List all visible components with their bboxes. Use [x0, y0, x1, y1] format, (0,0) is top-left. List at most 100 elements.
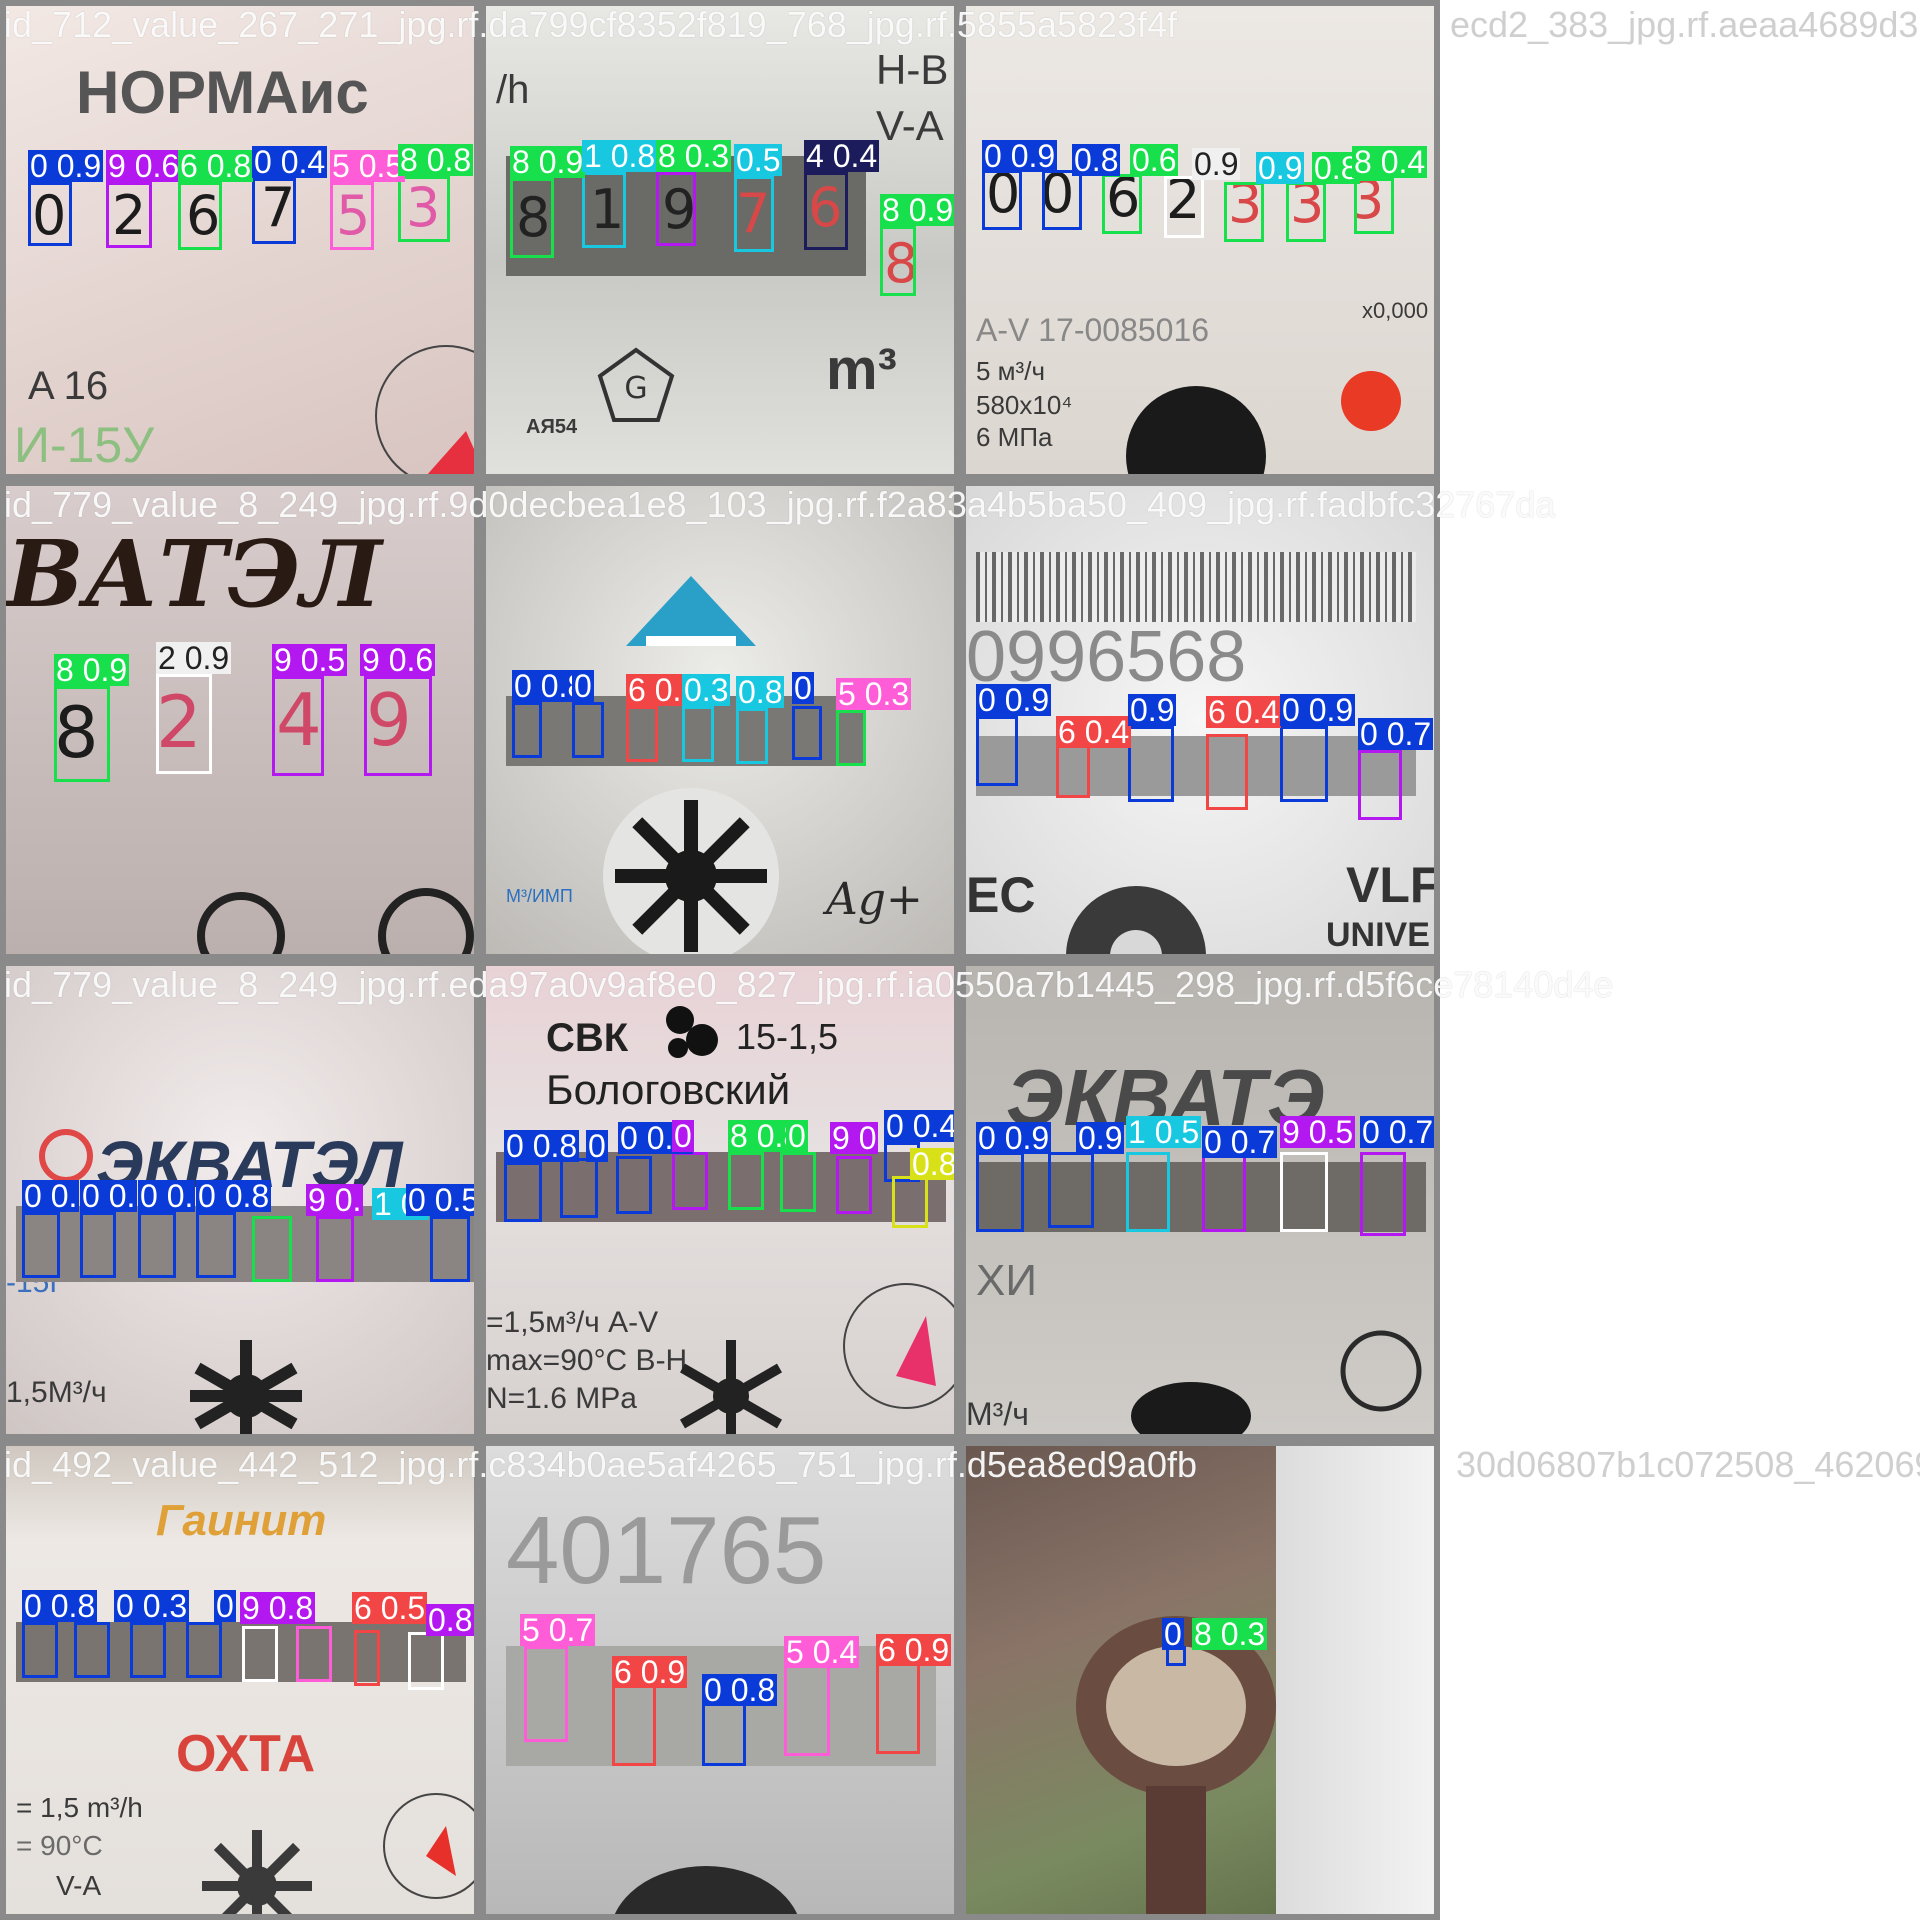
meter-print: 580x10⁴	[976, 390, 1073, 420]
detection-label: 8 0.4	[1352, 144, 1428, 180]
detection-box	[408, 1632, 444, 1690]
mosaic-tile-5: Ag+ М³/ИМП 0 0.8 0 6 0.3 0.3 0.8 0 5 0.3	[480, 480, 960, 960]
rotor-star-icon	[603, 788, 779, 954]
meter-print: И-15У	[14, 417, 154, 473]
dial-gauge	[843, 1283, 954, 1409]
meter-brand: СВК	[546, 1016, 629, 1060]
mosaic-tile-1: НОРМАис A 16 И-15У 0 2 6 7 5 3 0 0.9 9 0…	[0, 0, 480, 480]
detection-label: 5 0.4	[784, 1634, 860, 1670]
detection-box	[504, 1162, 542, 1222]
detection-label: 2 0.9	[156, 640, 232, 676]
certification-icon: G	[597, 347, 675, 422]
detection-label: 8 0.9	[510, 144, 586, 180]
meter-print: VLF	[1346, 857, 1440, 913]
meter-brand: НОРМАис	[76, 59, 369, 126]
detection-box	[272, 676, 324, 776]
certification-icon	[1340, 1330, 1422, 1412]
mosaic-tile-6: 0996568 VLF UNIVE EC 0 0.9 6 0.4 0.9 6 0…	[960, 480, 1440, 960]
detection-label: 0 0.9	[1280, 692, 1356, 728]
detection-label: 0.8	[1072, 142, 1121, 178]
detection-label: 1 0.5	[1126, 1114, 1202, 1150]
detection-box	[1286, 182, 1326, 242]
meter-print: A 16	[28, 364, 109, 408]
detection-label: 9 0.6	[360, 642, 436, 678]
mosaic-tile-8: СВК 15-1,5 Бологовский =1,5м³/ч A-V max=…	[480, 960, 960, 1440]
detection-label: 0 0.5	[406, 1182, 480, 1218]
detection-box	[1360, 1152, 1406, 1236]
detection-box	[242, 1626, 278, 1682]
detection-label: 0	[786, 1118, 808, 1154]
detection-label: 6 0.4	[1056, 714, 1132, 750]
meter-print: ХИ	[976, 1256, 1037, 1305]
detection-box	[1128, 726, 1174, 802]
detection-box	[1126, 1152, 1170, 1232]
detection-box	[510, 178, 554, 258]
rotor-star-icon	[202, 1830, 312, 1914]
detection-box	[1048, 1152, 1094, 1228]
gear-icon	[1066, 886, 1206, 954]
mosaic-tile-3: A-V 17-0085016 5 м³/ч 580x10⁴ 6 МПа x0,0…	[960, 0, 1440, 480]
image-filename: id_779_value_8_249_jpg.rf.9d0decbea1e8_1…	[4, 484, 1556, 525]
detection-label: 0 0.8	[22, 1588, 98, 1624]
detection-box	[836, 1156, 872, 1214]
svg-text:G: G	[624, 371, 647, 406]
counter-strip	[976, 1162, 1426, 1232]
detection-label: 0 0.7	[1358, 716, 1434, 752]
mosaic-tile-2: /h H-B V-A m³ АЯ54 G 8 1 9 7 6 8 8 0.9 1…	[480, 0, 960, 480]
detection-label: 0.6	[1130, 142, 1179, 178]
mosaic-tile-7: ЭКВАТЭЛ -15Г 1,5М³/ч 0 0. 0 0. 0 0. 0 0.…	[0, 960, 480, 1440]
meter-print: АЯ54	[526, 416, 578, 438]
meter-print: Ag+	[826, 874, 923, 925]
detection-box	[1280, 726, 1328, 802]
meter-print: max=90°C B-H	[486, 1344, 688, 1377]
detection-box	[130, 1622, 166, 1678]
detection-box	[74, 1622, 110, 1678]
detection-label: 8 0.8	[398, 142, 474, 178]
meter-print: x0,000	[1362, 298, 1429, 323]
meter-print: EC	[966, 867, 1036, 923]
detection-box	[672, 1152, 708, 1210]
detection-label: 9 0.6	[106, 148, 182, 184]
detection-label: 0 0.	[22, 1178, 80, 1214]
detection-box	[1102, 174, 1142, 234]
detection-label: 0	[214, 1588, 236, 1624]
detection-box	[186, 1622, 222, 1678]
detection-label: 8 0.9	[54, 652, 130, 688]
meter-print: 401765	[506, 1497, 827, 1604]
detection-label: 0 0.	[138, 1178, 196, 1214]
detection-box	[656, 172, 696, 246]
detection-box	[1202, 1152, 1246, 1232]
detection-box	[560, 1158, 598, 1218]
detection-label: 6 0.9	[612, 1654, 688, 1690]
detection-box	[178, 182, 222, 250]
detection-label: 0 0.8	[504, 1128, 580, 1164]
detection-label: 0 0.8	[196, 1178, 272, 1214]
detection-box	[804, 172, 848, 250]
meter-print: V-A	[56, 1870, 102, 1901]
detection-label: 0.8	[736, 674, 785, 710]
detection-label: 0	[586, 1128, 608, 1164]
detection-label: 0 0.	[80, 1178, 138, 1214]
rotor-star-icon	[1131, 1382, 1251, 1434]
meter-print: H-B	[876, 46, 949, 93]
detection-box	[354, 1630, 380, 1686]
mosaic-tile-12: 0 8 0.3	[960, 1440, 1440, 1920]
meter-brand: Бологовский	[546, 1066, 791, 1113]
rotor-star-icon	[680, 1340, 782, 1434]
meter-print: N=1.6 MPa	[486, 1382, 637, 1415]
detection-box	[1354, 178, 1394, 234]
detection-label: 0.9	[1128, 692, 1177, 728]
detection-box	[106, 182, 152, 248]
detection-label: 8 0.3	[656, 138, 732, 174]
meter-brand: Гаинит	[156, 1496, 327, 1545]
detection-label: 6 0.5	[352, 1590, 428, 1626]
meter-print: 6 МПа	[976, 422, 1053, 452]
detection-box	[22, 1622, 58, 1678]
rotor-knob	[614, 1866, 798, 1914]
detection-label: 0	[1162, 1616, 1184, 1652]
detection-box	[1164, 176, 1204, 238]
meter-print: = 90°C	[16, 1830, 103, 1861]
detection-box	[1042, 170, 1082, 230]
meter-print: A-V 17-0085016	[976, 312, 1210, 348]
detection-label: 0 0.9	[976, 1120, 1052, 1156]
